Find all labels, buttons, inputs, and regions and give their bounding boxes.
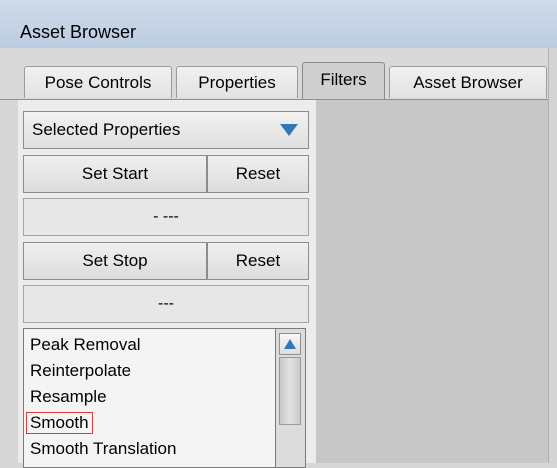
tab-pose-controls[interactable]: Pose Controls (24, 66, 172, 98)
start-value-field: - --- (23, 198, 309, 236)
dropdown-arrow-icon[interactable] (280, 124, 298, 136)
list-item-smooth[interactable]: Smooth (26, 412, 93, 434)
property-select-dropdown[interactable]: Selected Properties (23, 111, 309, 149)
filter-list-scrollbar[interactable] (276, 328, 306, 468)
filter-list[interactable]: Peak Removal Reinterpolate Resample Smoo… (23, 328, 276, 468)
tab-asset-browser[interactable]: Asset Browser (389, 66, 547, 98)
set-stop-button[interactable]: Set Stop (23, 242, 207, 280)
list-item-smooth-translation[interactable]: Smooth Translation (30, 439, 176, 459)
list-item-peak-removal[interactable]: Peak Removal (30, 335, 141, 355)
tab-filters[interactable]: Filters (302, 62, 385, 100)
list-item-reinterpolate[interactable]: Reinterpolate (30, 361, 131, 381)
list-item-resample[interactable]: Resample (30, 387, 107, 407)
window-edge (548, 48, 557, 463)
window-title: Asset Browser (20, 22, 137, 42)
scroll-up-button[interactable] (279, 333, 301, 355)
stop-value-field: --- (23, 285, 309, 323)
preview-area (316, 100, 557, 463)
reset-stop-button[interactable]: Reset (207, 242, 309, 280)
set-start-button[interactable]: Set Start (23, 155, 207, 193)
scroll-thumb[interactable] (279, 357, 301, 425)
property-select-value: Selected Properties (32, 120, 181, 139)
arrow-up-icon (284, 339, 296, 349)
reset-start-button[interactable]: Reset (207, 155, 309, 193)
tab-properties[interactable]: Properties (176, 66, 298, 98)
window-title-bar: Asset Browser (0, 0, 557, 49)
